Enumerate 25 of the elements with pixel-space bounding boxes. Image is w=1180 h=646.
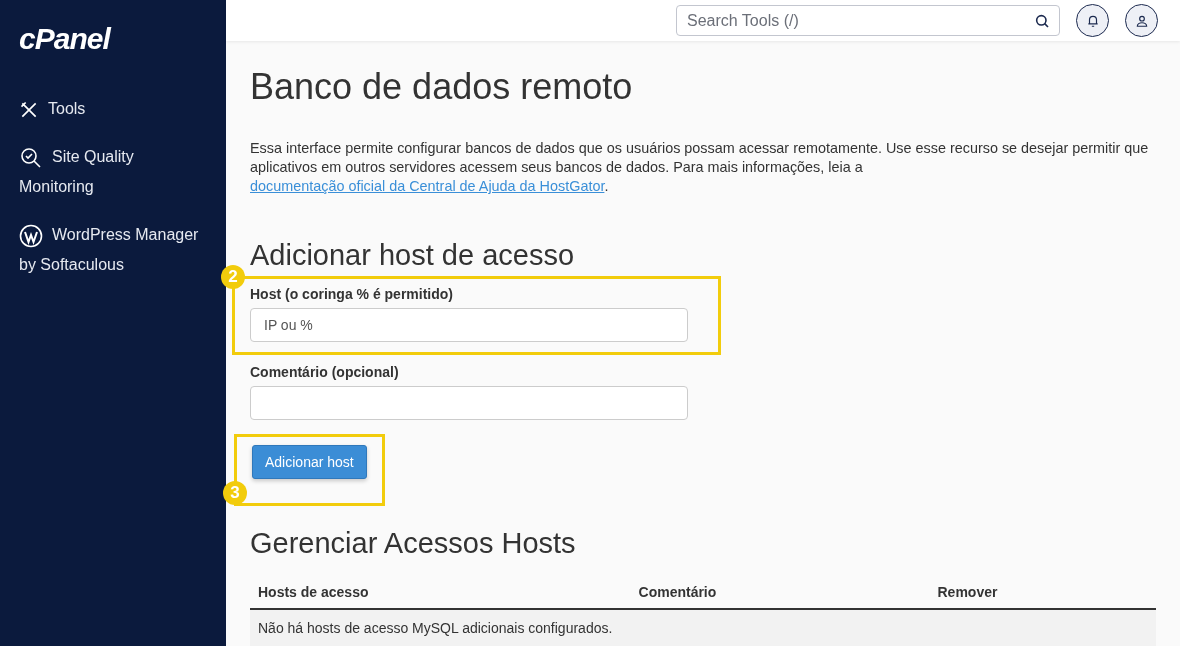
section-title: Adicionar host de acesso (250, 238, 576, 272)
step-badge: 3 (223, 481, 247, 505)
tools-icon (19, 99, 39, 120)
description-paragraph: Essa interface permite configurar bancos de dados que os usuários possam acessar remotamente. Use esse recurso se desejar permitir que aplicativos em outros servidores acessem seus bancos de dados. Para mais informações, leia a documentação oficial da Central de Ajuda da HostGator. (250, 139, 1150, 196)
input-field[interactable] (250, 386, 688, 420)
add-host-button[interactable]: Adicionar host (252, 445, 367, 479)
sidebar-item[interactable]: Tools (19, 94, 207, 124)
user-button[interactable] (1125, 4, 1158, 37)
step-badge: 2 (221, 265, 245, 289)
sidebar-item[interactable]: WordPress Manager by Softaculous (19, 220, 207, 280)
magnifier-check-icon (19, 145, 43, 170)
user-icon (1134, 13, 1149, 28)
wordpress-icon (19, 223, 43, 248)
field-label: Host (o coringa % é permitido) (250, 286, 454, 302)
search-icon (1034, 13, 1050, 29)
notifications-button[interactable] (1076, 4, 1109, 37)
field-label: Comentário (opcional) (250, 364, 400, 380)
page-title: Banco de dados remoto (250, 65, 634, 109)
cpanel-logo[interactable]: cPanel (19, 24, 207, 54)
input-field[interactable]: IP ou % (250, 308, 688, 342)
empty-message: Não há hosts de acesso MySQL adicionais configurados. (250, 609, 1156, 646)
sidebar-item[interactable]: Site Quality Monitoring (19, 142, 207, 202)
search-field[interactable]: Search Tools (/) (676, 5, 1060, 36)
section-title: Gerenciar Acessos Hosts (250, 526, 577, 560)
bell-icon (1085, 13, 1100, 28)
